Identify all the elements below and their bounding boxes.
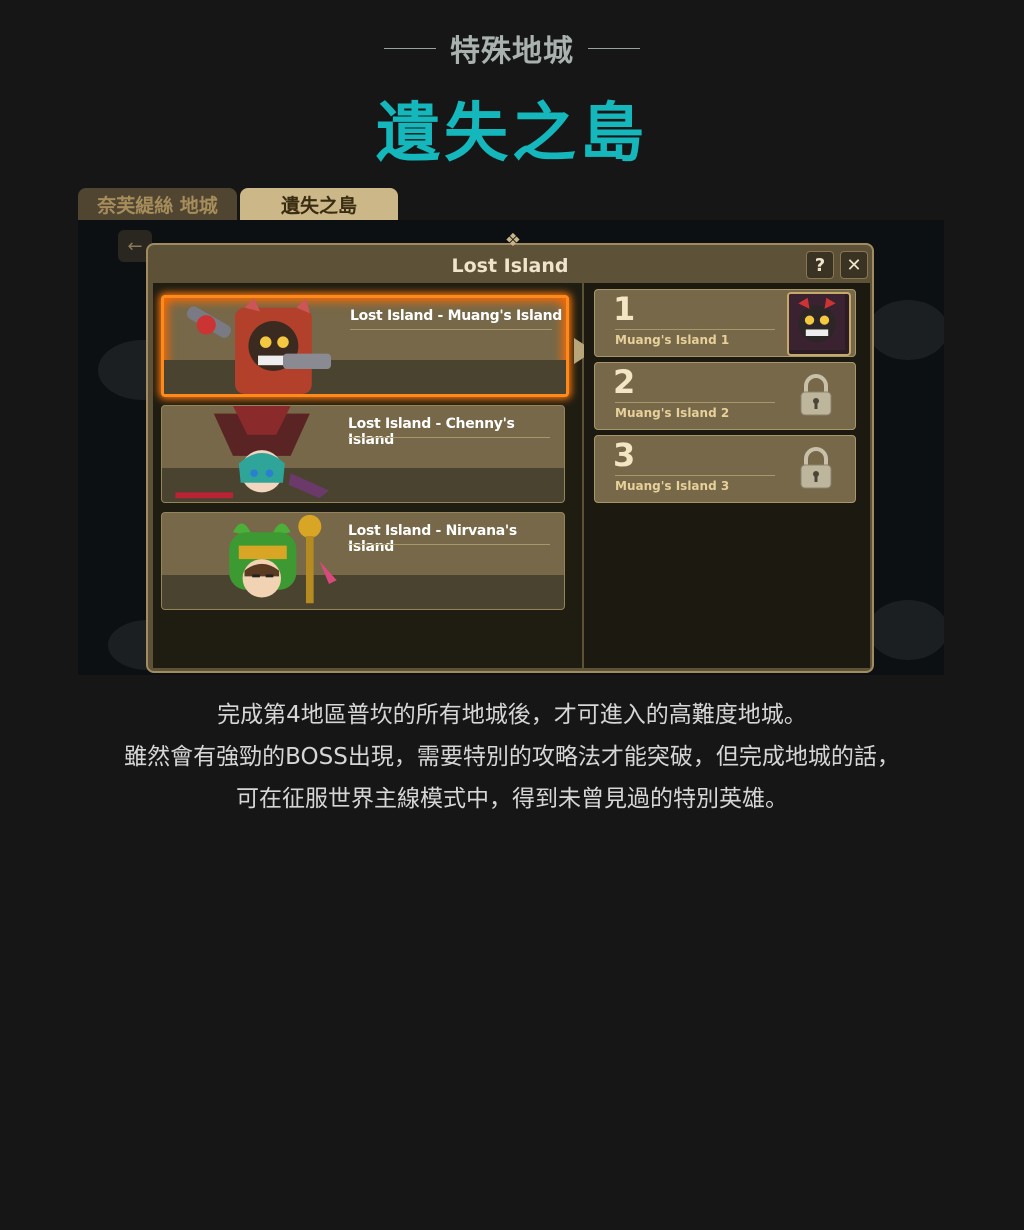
tab-lost-island[interactable]: 遺失之島 — [240, 188, 398, 221]
game-screenshot: ← ❖ Lost Island ? ✕ Lost Island - Muang'… — [78, 220, 944, 675]
stage-number: 1 — [613, 290, 636, 328]
section-subtitle: 特殊地城 — [450, 34, 574, 69]
dungeon-label: Lost Island - Muang's Island — [350, 308, 562, 324]
stage-name: Muang's Island 1 — [615, 333, 730, 347]
lost-island-dialog: ❖ Lost Island ? ✕ Lost Island - Muang's … — [146, 231, 874, 673]
stage-number: 2 — [613, 363, 636, 401]
stage-number: 3 — [613, 436, 636, 474]
stage-card-3[interactable]: 3 Muang's Island 3 — [594, 435, 856, 503]
description: 完成第4地區普坎的所有地城後，才可進入的高難度地城。 雖然會有強勁的BOSS出現… — [0, 694, 1024, 820]
stage-name: Muang's Island 3 — [615, 479, 730, 493]
description-line: 完成第4地區普坎的所有地城後，才可進入的高難度地城。 — [217, 702, 807, 728]
help-button[interactable]: ? — [806, 251, 834, 279]
stage-name: Muang's Island 2 — [615, 406, 730, 420]
dungeon-label: Lost Island - Chenny's Island — [348, 416, 515, 448]
dungeon-card-chenny[interactable]: Lost Island - Chenny's Island — [161, 405, 565, 503]
dungeon-list: Lost Island - Muang's Island Lost Island… — [153, 283, 594, 668]
lock-icon — [800, 447, 832, 489]
dungeon-label: Lost Island - Nirvana's Island — [348, 523, 517, 555]
divider-line — [588, 47, 640, 49]
dungeon-card-muang[interactable]: Lost Island - Muang's Island — [161, 295, 569, 397]
dialog-title: Lost Island — [451, 255, 569, 277]
stage-card-1[interactable]: 1 Muang's Island 1 — [594, 289, 856, 357]
divider-line — [384, 47, 436, 49]
tab-nefertiti-dungeon[interactable]: 奈芙緹絲 地城 — [78, 188, 237, 221]
close-button[interactable]: ✕ — [840, 251, 868, 279]
section-title: 遺失之島 — [376, 97, 648, 171]
muang-portrait — [186, 298, 331, 394]
stage-list: 1 Muang's Island 1 2 Muang's Island 2 3 … — [584, 283, 870, 668]
cloud-decoration — [868, 600, 944, 660]
header-subtitle: 特殊地城 — [0, 28, 1024, 69]
stage-card-2[interactable]: 2 Muang's Island 2 — [594, 362, 856, 430]
cloud-decoration — [868, 300, 944, 360]
ornament-icon: ❖ — [504, 230, 522, 251]
lock-icon — [800, 374, 832, 416]
boss-thumbnail — [787, 292, 851, 356]
chenny-portrait — [175, 406, 329, 499]
dungeon-tabs: 奈芙緹絲 地城 遺失之島 — [78, 188, 398, 221]
description-line: 可在征服世界主線模式中，得到未曾見過的特別英雄。 — [236, 786, 788, 812]
nirvana-portrait — [229, 514, 337, 604]
dungeon-card-nirvana[interactable]: Lost Island - Nirvana's Island — [161, 512, 565, 610]
description-line: 雖然會有強勁的BOSS出現，需要特別的攻略法才能突破，但完成地城的話， — [124, 744, 900, 770]
